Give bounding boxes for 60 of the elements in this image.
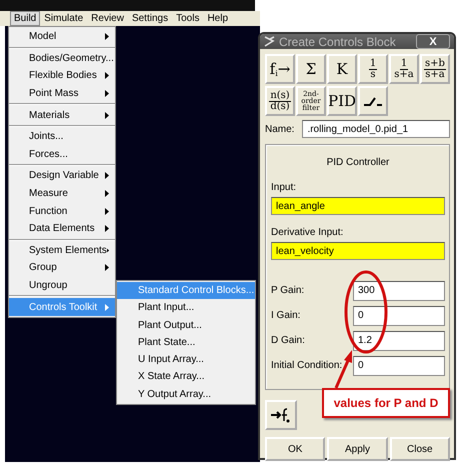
name-field[interactable]: .rolling_model_0.pid_1 <box>302 120 450 138</box>
gain-field[interactable]: 0 <box>353 306 445 326</box>
dialog-button[interactable]: OK <box>265 437 326 461</box>
dialog-button[interactable]: Apply <box>327 437 388 461</box>
menu-item[interactable]: Measure <box>9 184 115 202</box>
gain-field[interactable]: 0 <box>353 356 445 376</box>
menu-bar-item[interactable]: Tools <box>172 11 204 26</box>
gain-field[interactable]: 1.2 <box>353 330 445 350</box>
menu-item[interactable]: U Input Array... <box>117 351 255 368</box>
menu-item[interactable]: System Elements <box>9 242 115 260</box>
menu-item[interactable]: Design Variable <box>9 167 115 185</box>
block-button[interactable]: Σ <box>296 54 326 84</box>
block-button[interactable]: s+b s+a <box>420 54 450 84</box>
menu-item[interactable]: Joints... <box>9 128 115 146</box>
switch-block-button[interactable] <box>358 86 388 116</box>
menu-item[interactable]: Ungroup <box>9 276 115 294</box>
input-field[interactable]: lean_angle <box>271 197 445 215</box>
field-label: Derivative Input: <box>271 227 344 238</box>
menu-bar-item[interactable]: Review <box>87 11 128 26</box>
block-button[interactable]: K <box>327 54 357 84</box>
menu-item[interactable]: Group <box>9 259 115 277</box>
annotation-callout: values for P and D <box>322 388 450 418</box>
block-button[interactable]: f$_{i}$→ <box>265 54 295 84</box>
window-title: Create Controls Block <box>279 34 397 48</box>
menu-bar-item[interactable]: Settings <box>128 11 172 26</box>
field-label: I Gain: <box>271 310 300 321</box>
field-label: P Gain: <box>271 285 304 296</box>
block-button[interactable]: n(s) d(s) <box>265 86 295 116</box>
block-button[interactable]: 1 s+a <box>389 54 419 84</box>
menu-item[interactable]: X State Array... <box>117 368 255 386</box>
block-button[interactable]: 1 s <box>358 54 388 84</box>
menu-item[interactable]: Plant Input... <box>117 299 255 317</box>
menu-item[interactable]: Model <box>9 28 115 46</box>
field-label: Input: <box>271 182 298 193</box>
insert-function-button[interactable] <box>265 400 297 430</box>
derivative-input-field[interactable]: lean_velocity <box>271 242 445 260</box>
menu-item[interactable]: Plant Output... <box>117 316 255 334</box>
panel-title: PID Controller <box>326 157 390 168</box>
arrow-function-icon <box>270 407 292 423</box>
menu-item[interactable]: Plant State... <box>117 334 255 352</box>
menu-bar-item[interactable]: Simulate <box>40 11 88 26</box>
menu-bar-item[interactable]: Build <box>10 11 40 26</box>
gain-field[interactable]: 300 <box>353 280 445 300</box>
window-close-button[interactable]: X <box>416 34 450 49</box>
switch-icon <box>363 96 383 106</box>
app-logo-icon <box>264 36 275 47</box>
menu-bar-item[interactable]: Help <box>203 11 232 26</box>
field-label: Name: <box>265 124 294 134</box>
menu-item[interactable]: Bodies/Geometry... <box>9 50 115 68</box>
menu-item[interactable]: Materials <box>9 106 115 124</box>
dialog-button[interactable]: Close <box>390 437 450 461</box>
menu-item[interactable]: Forces... <box>9 146 115 164</box>
menu-item[interactable]: Data Elements <box>9 220 115 238</box>
block-button[interactable]: PID <box>327 86 357 116</box>
menu-item[interactable]: Flexible Bodies <box>9 67 115 85</box>
field-label: D Gain: <box>271 335 305 346</box>
menu-item[interactable]: Function <box>9 202 115 220</box>
menu-item[interactable]: Y Output Array... <box>117 386 255 404</box>
menu-item[interactable]: Point Mass <box>9 84 115 102</box>
field-label: Initial Condition: <box>271 360 342 371</box>
